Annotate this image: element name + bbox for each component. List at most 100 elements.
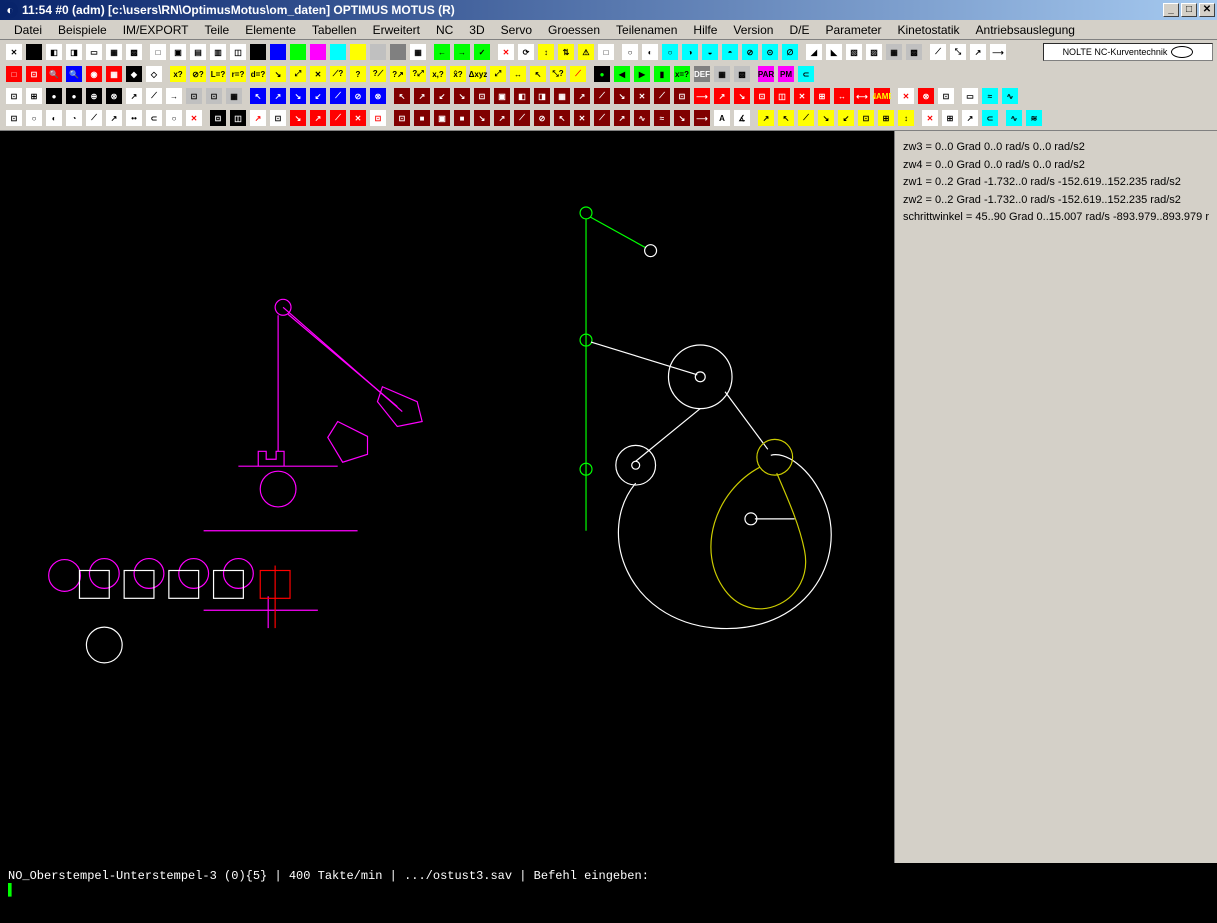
tool-button-2-43[interactable]: ↔ (832, 86, 852, 106)
tool-button-2-41[interactable]: ✕ (792, 86, 812, 106)
tool-button-3-25[interactable]: ↘ (472, 108, 492, 128)
tool-button-3-24[interactable]: ■ (452, 108, 472, 128)
tool-button-2-42[interactable]: ⊞ (812, 86, 832, 106)
menu-hilfe[interactable]: Hilfe (685, 21, 725, 39)
tool-button-2-29[interactable]: ▦ (552, 86, 572, 106)
tool-button-2-49[interactable]: ⊡ (936, 86, 956, 106)
tool-button-1-34[interactable]: ▮ (652, 64, 672, 84)
tool-button-0-9[interactable]: ▣ (168, 42, 188, 62)
tool-button-0-41[interactable]: ⊙ (760, 42, 780, 62)
tool-button-1-42[interactable]: ⊂ (796, 64, 816, 84)
tool-button-1-11[interactable]: L=? (208, 64, 228, 84)
tool-button-3-9[interactable]: ✕ (184, 108, 204, 128)
tool-button-0-20[interactable] (388, 42, 408, 62)
tool-button-3-19[interactable]: ⊡ (368, 108, 388, 128)
tool-button-0-18[interactable] (348, 42, 368, 62)
menu-3d[interactable]: 3D (461, 21, 492, 39)
tool-button-2-17[interactable]: ⟋ (328, 86, 348, 106)
tool-button-3-6[interactable]: •• (124, 108, 144, 128)
tool-button-1-12[interactable]: r=? (228, 64, 248, 84)
tool-button-2-45[interactable]: NAME (872, 86, 892, 106)
tool-button-3-14[interactable]: ⊡ (268, 108, 288, 128)
tool-button-3-8[interactable]: ○ (164, 108, 184, 128)
tool-button-0-16[interactable] (308, 42, 328, 62)
tool-button-2-33[interactable]: ✕ (632, 86, 652, 106)
command-console[interactable]: NO_Oberstempel-Unterstempel-3 (0){5} | 4… (0, 863, 1217, 923)
tool-button-2-51[interactable]: ▭ (960, 86, 980, 106)
tool-button-1-5[interactable]: ▦ (104, 64, 124, 84)
tool-button-3-52[interactable]: ⊂ (980, 108, 1000, 128)
tool-button-1-27[interactable]: ↖ (528, 64, 548, 84)
tool-button-0-36[interactable]: ○ (660, 42, 680, 62)
tool-button-3-47[interactable]: ↕ (896, 108, 916, 128)
tool-button-1-24[interactable]: Δxyz (468, 64, 488, 84)
tool-button-3-50[interactable]: ⊞ (940, 108, 960, 128)
tool-button-0-1[interactable] (24, 42, 44, 62)
tool-button-1-23[interactable]: x̂? (448, 64, 468, 84)
maximize-button[interactable]: □ (1181, 3, 1197, 17)
tool-button-3-28[interactable]: ⊘ (532, 108, 552, 128)
tool-button-0-10[interactable]: ▤ (188, 42, 208, 62)
tool-button-0-5[interactable]: ▦ (104, 42, 124, 62)
tool-button-2-5[interactable]: ⊗ (104, 86, 124, 106)
tool-button-2-52[interactable]: ≈ (980, 86, 1000, 106)
tool-button-1-37[interactable]: ▦ (712, 64, 732, 84)
tool-button-1-20[interactable]: ?↗ (388, 64, 408, 84)
tool-button-0-51[interactable]: ⟋ (928, 42, 948, 62)
tool-button-3-42[interactable]: ⟋ (796, 108, 816, 128)
tool-button-2-8[interactable]: → (164, 86, 184, 106)
menu-beispiele[interactable]: Beispiele (50, 21, 115, 39)
tool-button-0-15[interactable] (288, 42, 308, 62)
tool-button-2-13[interactable]: ↖ (248, 86, 268, 106)
tool-button-3-44[interactable]: ↙ (836, 108, 856, 128)
tool-button-0-25[interactable]: ✓ (472, 42, 492, 62)
tool-button-2-21[interactable]: ↖ (392, 86, 412, 106)
tool-button-0-42[interactable]: ∅ (780, 42, 800, 62)
tool-button-2-47[interactable]: ✕ (896, 86, 916, 106)
tool-button-2-2[interactable]: ● (44, 86, 64, 106)
tool-button-2-23[interactable]: ↙ (432, 86, 452, 106)
menu-erweitert[interactable]: Erweitert (365, 21, 428, 39)
tool-button-1-21[interactable]: ?⤢ (408, 64, 428, 84)
tool-button-1-28[interactable]: ⤡? (548, 64, 568, 84)
tool-button-1-13[interactable]: d=? (248, 64, 268, 84)
menu-servo[interactable]: Servo (493, 21, 540, 39)
tool-button-0-4[interactable]: ▭ (84, 42, 104, 62)
tool-button-0-12[interactable]: ◫ (228, 42, 248, 62)
tool-button-3-12[interactable]: ◫ (228, 108, 248, 128)
tool-button-2-26[interactable]: ▣ (492, 86, 512, 106)
tool-button-1-40[interactable]: PAR (756, 64, 776, 84)
menu-nc[interactable]: NC (428, 21, 461, 39)
menu-version[interactable]: Version (725, 21, 781, 39)
tool-button-0-49[interactable]: ▩ (904, 42, 924, 62)
tool-button-0-39[interactable]: ◓ (720, 42, 740, 62)
tool-button-3-22[interactable]: ■ (412, 108, 432, 128)
tool-button-2-18[interactable]: ⊘ (348, 86, 368, 106)
tool-button-2-14[interactable]: ↗ (268, 86, 288, 106)
tool-button-1-7[interactable]: ◇ (144, 64, 164, 84)
tool-button-3-3[interactable]: ◔ (64, 108, 84, 128)
tool-button-3-21[interactable]: ⊡ (392, 108, 412, 128)
tool-button-1-22[interactable]: x,? (428, 64, 448, 84)
tool-button-0-47[interactable]: ▨ (864, 42, 884, 62)
tool-button-0-29[interactable]: ↕ (536, 42, 556, 62)
tool-button-1-18[interactable]: ? (348, 64, 368, 84)
menu-groessen[interactable]: Groessen (540, 21, 608, 39)
tool-button-2-0[interactable]: ⊡ (4, 86, 24, 106)
tool-button-1-15[interactable]: ⤢ (288, 64, 308, 84)
menu-teile[interactable]: Teile (197, 21, 238, 39)
tool-button-3-30[interactable]: ✕ (572, 108, 592, 128)
tool-button-0-2[interactable]: ◧ (44, 42, 64, 62)
tool-button-3-51[interactable]: ↗ (960, 108, 980, 128)
tool-button-0-38[interactable]: ◒ (700, 42, 720, 62)
tool-button-1-9[interactable]: x? (168, 64, 188, 84)
tool-button-0-35[interactable]: ◐ (640, 42, 660, 62)
tool-button-0-24[interactable]: → (452, 42, 472, 62)
tool-button-2-24[interactable]: ↘ (452, 86, 472, 106)
tool-button-2-31[interactable]: ⟋ (592, 86, 612, 106)
tool-button-1-19[interactable]: ?⟋ (368, 64, 388, 84)
tool-button-0-45[interactable]: ◣ (824, 42, 844, 62)
tool-button-0-11[interactable]: ▥ (208, 42, 228, 62)
tool-button-2-6[interactable]: ↗ (124, 86, 144, 106)
tool-button-2-3[interactable]: ● (64, 86, 84, 106)
